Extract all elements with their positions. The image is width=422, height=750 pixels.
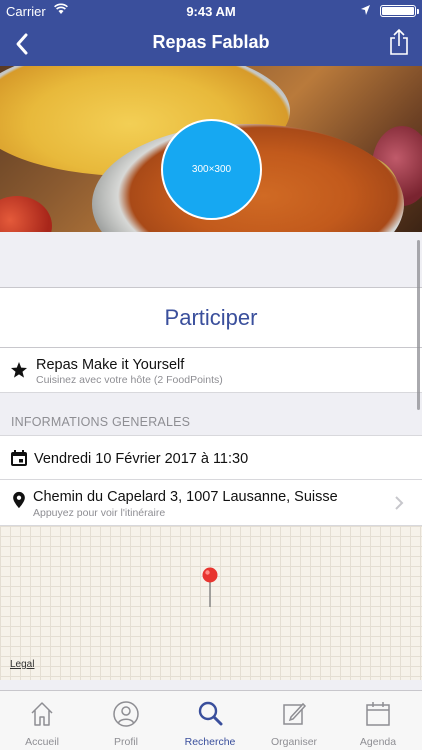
star-icon — [11, 362, 27, 378]
tab-label: Profil — [114, 736, 138, 748]
tab-organiser[interactable]: Organiser — [252, 691, 336, 750]
tab-label: Recherche — [184, 736, 236, 748]
location-pin-icon — [13, 491, 25, 509]
meal-type-subtitle: Cuisinez avec votre hôte (2 FoodPoints) — [36, 374, 223, 386]
chevron-right-icon — [395, 496, 404, 510]
calendar-icon — [366, 702, 390, 726]
date-row: Vendredi 10 Février 2017 à 11:30 — [0, 435, 422, 480]
search-icon — [198, 701, 223, 726]
section-header-general-info: INFORMATIONS GENERALES — [0, 393, 422, 435]
tab-label: Accueil — [25, 736, 59, 748]
map-pin-icon[interactable] — [200, 566, 220, 608]
tab-profil[interactable]: Profil — [84, 691, 168, 750]
tab-label: Agenda — [359, 736, 397, 748]
home-icon — [31, 702, 53, 726]
share-icon[interactable] — [388, 28, 410, 56]
tab-agenda[interactable]: Agenda — [336, 691, 420, 750]
tab-accueil[interactable]: Accueil — [0, 691, 84, 750]
address-hint: Appuyez pour voir l'itinéraire — [33, 507, 166, 519]
event-date: Vendredi 10 Février 2017 à 11:30 — [34, 451, 249, 467]
edit-icon — [283, 702, 307, 725]
host-avatar-placeholder: 300×300 — [161, 119, 262, 220]
tab-label: Organiser — [270, 736, 318, 748]
meal-type-row: Repas Make it Yourself Cuisinez avec vot… — [0, 348, 422, 393]
navigation-bar: Repas Fablab — [0, 22, 422, 66]
address-row[interactable]: Chemin du Capelard 3, 1007 Lausanne, Sui… — [0, 480, 422, 526]
battery-icon — [380, 5, 419, 17]
page-title: Repas Fablab — [152, 32, 270, 52]
tab-bar: Accueil Profil Recherche Organiser Agend… — [0, 690, 422, 750]
map-legal-link[interactable]: Legal — [10, 659, 34, 670]
scroll-indicator — [417, 240, 420, 410]
calendar-icon — [11, 450, 27, 466]
profile-icon — [113, 701, 139, 727]
tab-recherche[interactable]: Recherche — [168, 691, 252, 750]
status-time: 9:43 AM — [186, 4, 236, 19]
meal-type-title: Repas Make it Yourself — [36, 357, 185, 373]
status-bar: Carrier 9:43 AM — [0, 0, 422, 22]
location-arrow-icon — [361, 5, 370, 15]
participate-button[interactable]: Participer — [0, 287, 422, 348]
spacer-band — [0, 232, 422, 287]
location-map[interactable]: Legal — [0, 526, 422, 680]
event-address: Chemin du Capelard 3, 1007 Lausanne, Sui… — [33, 489, 338, 505]
